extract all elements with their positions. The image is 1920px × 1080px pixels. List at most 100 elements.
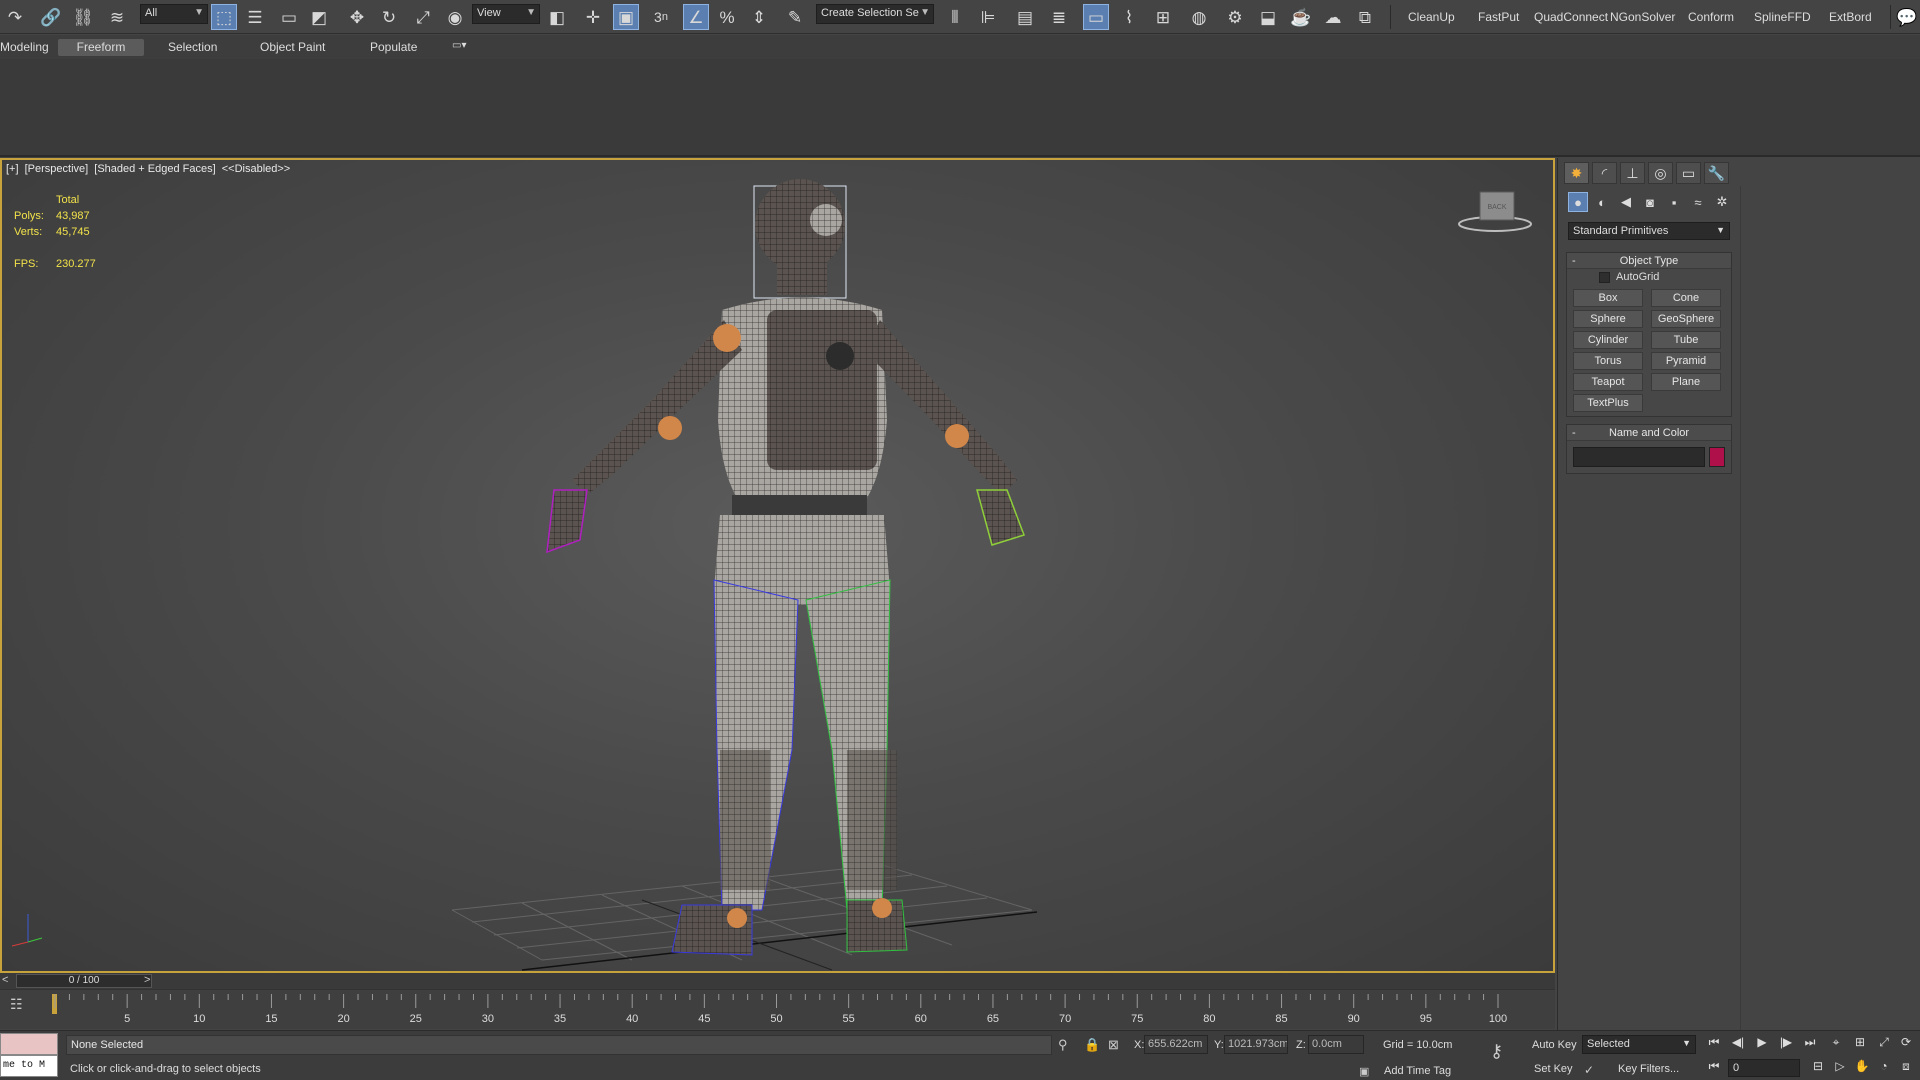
- object-color-swatch[interactable]: [1709, 447, 1725, 467]
- track-bar[interactable]: ☷ 5 10 15 20 25 30 35 40 45 50 55 60 65 70 75 80 85 90 95 1…: [0, 989, 1555, 1029]
- move-icon[interactable]: ✥: [344, 4, 370, 30]
- orbit-subobject-icon[interactable]: ◔: [1874, 1059, 1894, 1077]
- teapot-button[interactable]: Teapot: [1573, 373, 1643, 391]
- plugin-conform-button[interactable]: Conform: [1688, 10, 1734, 24]
- maxscript-input[interactable]: me to M: [0, 1055, 58, 1077]
- scale-icon[interactable]: ⤢: [410, 4, 436, 30]
- z-coordinate-field[interactable]: 0.0cm: [1308, 1035, 1364, 1054]
- field-of-view-icon[interactable]: ▷: [1830, 1059, 1850, 1077]
- select-manipulate-icon[interactable]: ✛: [580, 4, 606, 30]
- redo-icon[interactable]: ↷: [2, 4, 28, 30]
- bind-to-space-warp-icon[interactable]: ≋: [104, 4, 130, 30]
- shapes-icon[interactable]: ◐: [1592, 192, 1612, 212]
- time-slider-prev-button[interactable]: <: [2, 974, 8, 986]
- display-tab-icon[interactable]: ▭: [1676, 162, 1701, 184]
- align-icon[interactable]: ⊫: [975, 4, 1001, 30]
- mirror-icon[interactable]: ⫴: [942, 4, 968, 30]
- next-frame-icon[interactable]: |▶: [1776, 1035, 1796, 1053]
- tab-populate[interactable]: Populate: [362, 39, 425, 56]
- y-coordinate-field[interactable]: 1021.973cm: [1224, 1035, 1288, 1054]
- snaps-toggle-icon[interactable]: 3n: [648, 4, 674, 30]
- plugin-ngonsolver-button[interactable]: NGonSolver: [1610, 10, 1675, 24]
- object-type-rollout-header[interactable]: - Object Type: [1567, 253, 1731, 269]
- absolute-mode-icon[interactable]: ⊠: [1108, 1037, 1119, 1053]
- plugin-splineffd-button[interactable]: SplineFFD: [1754, 10, 1811, 24]
- selection-filter-dropdown[interactable]: All ▼: [140, 4, 208, 24]
- material-editor-icon[interactable]: ◍: [1186, 4, 1212, 30]
- plugin-extbord-button[interactable]: ExtBord: [1829, 10, 1872, 24]
- time-tag-icon[interactable]: ▣: [1359, 1065, 1369, 1078]
- pyramid-button[interactable]: Pyramid: [1651, 352, 1721, 370]
- curve-editor-icon[interactable]: ⌇: [1116, 4, 1142, 30]
- select-object-icon[interactable]: ⬚: [211, 4, 237, 30]
- maximize-viewport-icon[interactable]: ⤢: [1874, 1035, 1894, 1053]
- angle-snap-icon[interactable]: ∠: [683, 4, 709, 30]
- layer-explorer-icon[interactable]: ≣: [1046, 4, 1072, 30]
- geosphere-button[interactable]: GeoSphere: [1651, 310, 1721, 328]
- spinner-snap-icon[interactable]: ⇕: [746, 4, 772, 30]
- autogrid-checkbox[interactable]: [1599, 271, 1610, 283]
- placement-icon[interactable]: ◉: [442, 4, 468, 30]
- time-slider[interactable]: < 0 / 100 >: [0, 973, 1555, 989]
- motion-tab-icon[interactable]: ◎: [1648, 162, 1673, 184]
- maximize-toggle-icon[interactable]: ⧈: [1896, 1059, 1916, 1077]
- rotate-icon[interactable]: ↻: [376, 4, 402, 30]
- modify-tab-icon[interactable]: ◜: [1592, 162, 1617, 184]
- time-slider-next-button[interactable]: >: [144, 974, 150, 986]
- viewcube[interactable]: BACK: [1455, 190, 1535, 237]
- key-mode-toggle-icon[interactable]: ⏮: [1704, 1059, 1724, 1077]
- set-key-button[interactable]: Set Key: [1534, 1063, 1573, 1075]
- torus-button[interactable]: Torus: [1573, 352, 1643, 370]
- play-icon[interactable]: ▶: [1752, 1035, 1772, 1053]
- current-frame-field[interactable]: 0: [1728, 1059, 1800, 1077]
- key-icon[interactable]: ⚷: [1490, 1041, 1503, 1062]
- a360-gallery-icon[interactable]: ⧉: [1352, 4, 1378, 30]
- textplus-button[interactable]: TextPlus: [1573, 394, 1643, 412]
- select-and-link-icon[interactable]: 🔗: [38, 4, 64, 30]
- cone-button[interactable]: Cone: [1651, 289, 1721, 307]
- keyboard-shortcut-override-icon[interactable]: ▣: [613, 4, 639, 30]
- tab-freeform[interactable]: Freeform: [58, 39, 144, 56]
- tab-object-paint[interactable]: Object Paint: [252, 39, 333, 56]
- go-to-start-icon[interactable]: ⏮: [1704, 1035, 1724, 1053]
- rendered-frame-window-icon[interactable]: ⬓: [1255, 4, 1281, 30]
- geometry-icon[interactable]: ●: [1568, 192, 1588, 212]
- orbit-icon[interactable]: ⟳: [1896, 1035, 1916, 1053]
- add-time-tag-button[interactable]: Add Time Tag: [1384, 1065, 1451, 1077]
- time-slider-thumb[interactable]: 0 / 100: [16, 974, 152, 988]
- auto-key-button[interactable]: Auto Key: [1532, 1039, 1577, 1051]
- selection-lock-icon[interactable]: 🔒: [1084, 1037, 1100, 1053]
- pan-view-icon[interactable]: ✋: [1852, 1059, 1872, 1077]
- cylinder-button[interactable]: Cylinder: [1573, 331, 1643, 349]
- tab-modeling[interactable]: Modeling: [0, 39, 57, 56]
- create-tab-icon[interactable]: ✸: [1564, 162, 1589, 184]
- object-name-field[interactable]: [1573, 447, 1705, 467]
- utilities-tab-icon[interactable]: 🔧: [1704, 162, 1729, 184]
- edit-named-selection-icon[interactable]: ✎: [782, 4, 808, 30]
- plane-button[interactable]: Plane: [1651, 373, 1721, 391]
- schematic-view-icon[interactable]: ⊞: [1150, 4, 1176, 30]
- key-mode-dropdown[interactable]: Selected ▼: [1582, 1035, 1696, 1054]
- x-coordinate-field[interactable]: 655.622cm: [1144, 1035, 1208, 1054]
- window-crossing-icon[interactable]: ◩: [306, 4, 332, 30]
- toggle-ribbon-icon[interactable]: ▭: [1083, 4, 1109, 30]
- astronaut-mesh[interactable]: [546, 179, 1025, 956]
- perspective-viewport[interactable]: [+] [Perspective] [Shaded + Edged Faces]…: [0, 158, 1555, 973]
- previous-frame-icon[interactable]: ◀|: [1728, 1035, 1748, 1053]
- unlink-icon[interactable]: ⛓: [70, 4, 96, 30]
- render-production-icon[interactable]: ☕: [1288, 4, 1314, 30]
- plugin-quadconnect-button[interactable]: QuadConnect: [1534, 10, 1608, 24]
- maxscript-output[interactable]: [0, 1033, 58, 1055]
- space-warps-icon[interactable]: ≈: [1688, 192, 1708, 212]
- name-and-color-rollout-header[interactable]: - Name and Color: [1567, 425, 1731, 441]
- primitive-type-dropdown[interactable]: Standard Primitives ▼: [1568, 222, 1730, 240]
- sphere-button[interactable]: Sphere: [1573, 310, 1643, 328]
- go-to-end-icon[interactable]: ⏭: [1800, 1035, 1820, 1053]
- set-keys-icon[interactable]: ✓: [1584, 1063, 1594, 1077]
- render-setup-icon[interactable]: ⚙: [1222, 4, 1248, 30]
- reference-coordinate-dropdown[interactable]: View ▼: [472, 4, 540, 24]
- tube-button[interactable]: Tube: [1651, 331, 1721, 349]
- lights-icon[interactable]: ◀: [1616, 192, 1636, 212]
- maxscript-listener[interactable]: me to M: [0, 1033, 58, 1079]
- cameras-icon[interactable]: ◙: [1640, 192, 1660, 212]
